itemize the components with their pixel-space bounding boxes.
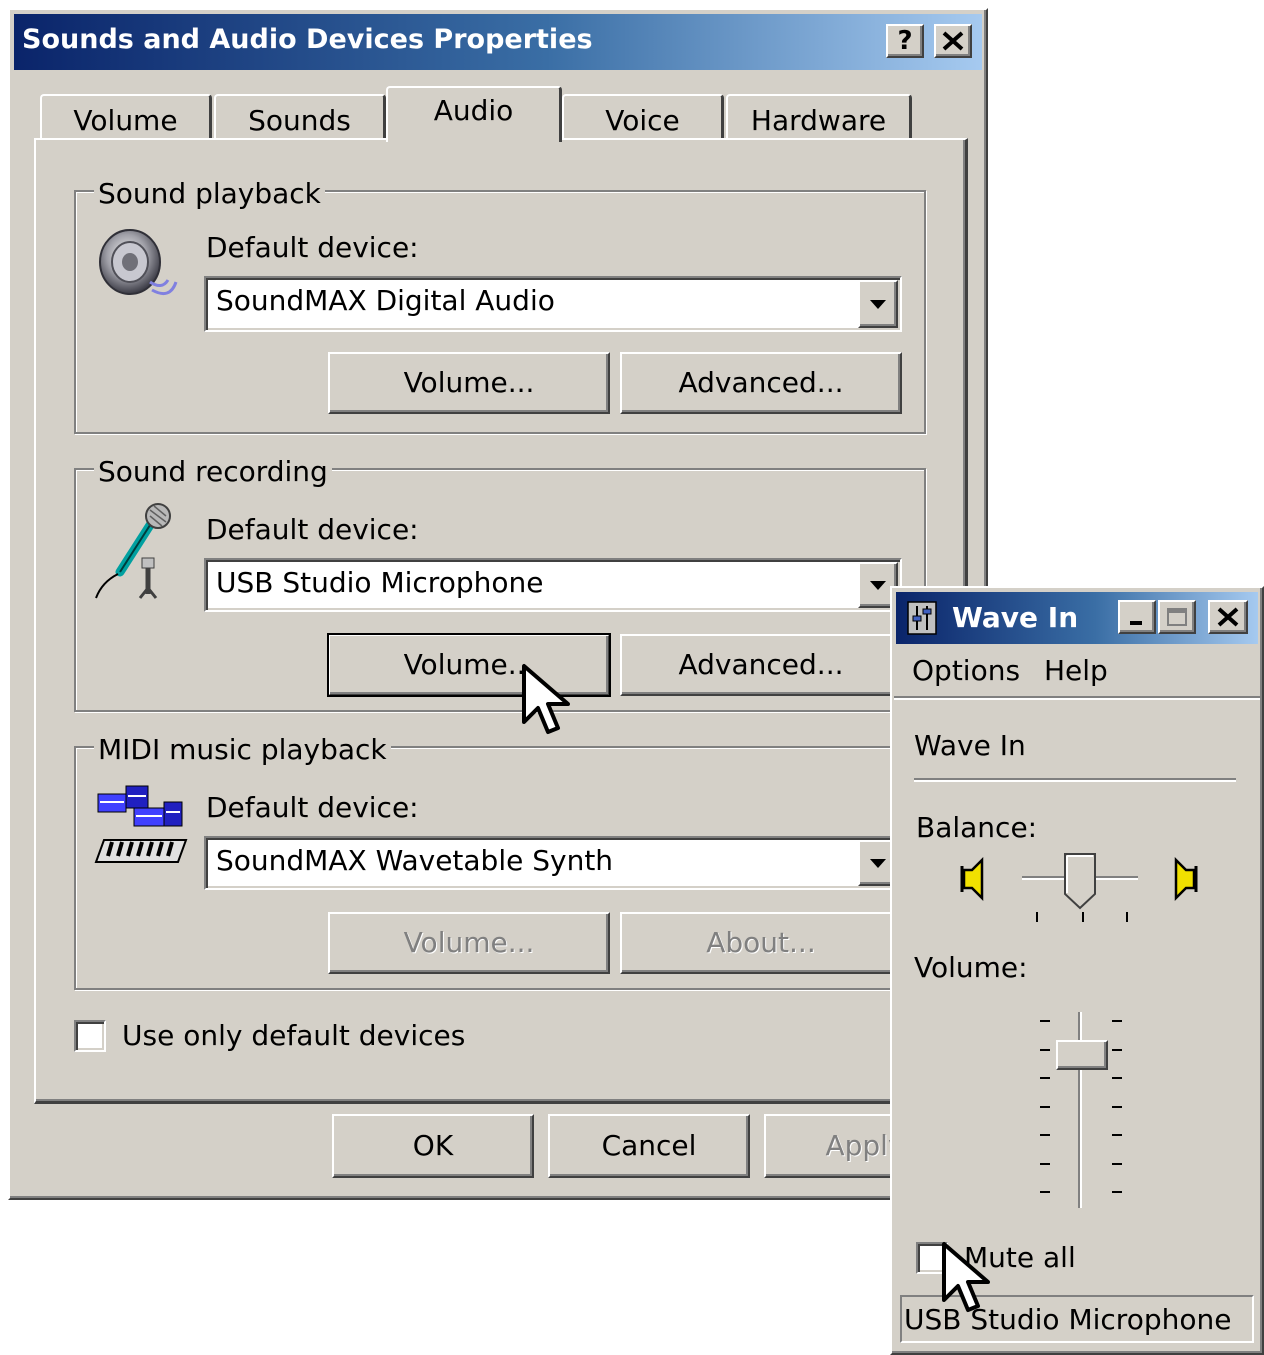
volume-tick	[1112, 1105, 1122, 1108]
volume-tick	[1112, 1134, 1122, 1136]
sound-recording-legend: Sound recording	[94, 458, 332, 486]
volume-tick	[1040, 1077, 1050, 1079]
maximize-icon	[1167, 608, 1187, 626]
mute-all-checkbox[interactable]	[916, 1242, 948, 1274]
balance-slider-thumb[interactable]	[1063, 852, 1097, 910]
cancel-button[interactable]: Cancel	[548, 1114, 750, 1178]
minimize-icon	[1130, 621, 1142, 625]
wave-in-section-title: Wave In	[914, 729, 1026, 762]
chevron-down-icon	[870, 299, 886, 309]
sound-playback-legend: Sound playback	[94, 180, 325, 208]
close-icon	[942, 31, 964, 51]
section-divider	[914, 778, 1236, 782]
volume-tick	[1112, 1020, 1122, 1022]
midi-device-value: SoundMAX Wavetable Synth	[216, 844, 614, 877]
midi-device-combo[interactable]: SoundMAX Wavetable Synth	[204, 836, 902, 890]
tab-hardware[interactable]: Hardware	[726, 94, 912, 140]
tab-voice[interactable]: Voice	[562, 94, 724, 140]
status-device-text: USB Studio Microphone	[904, 1303, 1232, 1336]
help-button[interactable]: ?	[886, 24, 924, 58]
volume-tick	[1040, 1105, 1050, 1108]
wave-in-title: Wave In	[952, 601, 1079, 634]
recording-volume-button[interactable]: Volume...	[327, 633, 611, 697]
volume-tick	[1040, 1048, 1050, 1051]
recording-device-value: USB Studio Microphone	[216, 566, 544, 599]
balance-tick	[1036, 912, 1038, 922]
recording-default-device-label: Default device:	[206, 513, 419, 546]
playback-default-device-label: Default device:	[206, 231, 419, 264]
mixer-icon	[907, 601, 937, 635]
volume-tick	[1040, 1020, 1050, 1022]
maximize-button[interactable]	[1158, 600, 1196, 634]
playback-advanced-button[interactable]: Advanced...	[620, 352, 902, 414]
sounds-audio-properties-dialog: Sounds and Audio Devices Properties ? Vo…	[8, 8, 988, 1200]
tab-audio[interactable]: Audio	[386, 86, 562, 142]
wave-in-menubar: Options Help	[900, 652, 1254, 692]
use-only-default-checkbox[interactable]	[74, 1020, 106, 1052]
use-only-default-label: Use only default devices	[122, 1019, 466, 1052]
right-speaker-icon	[1174, 856, 1198, 902]
midi-playback-legend: MIDI music playback	[94, 736, 391, 764]
microphone-icon	[95, 503, 171, 599]
volume-tick	[1112, 1077, 1122, 1079]
chevron-down-icon	[870, 858, 886, 868]
wave-close-button[interactable]	[1208, 600, 1248, 634]
midi-volume-button[interactable]: Volume...	[328, 912, 610, 974]
chevron-down-icon	[870, 580, 886, 590]
menu-help[interactable]: Help	[1044, 654, 1108, 687]
playback-device-combo[interactable]: SoundMAX Digital Audio	[204, 276, 902, 332]
volume-tick	[1040, 1162, 1050, 1165]
speaker-icon	[99, 229, 178, 296]
ok-button[interactable]: OK	[332, 1114, 534, 1178]
balance-label: Balance:	[916, 811, 1038, 844]
midi-default-device-label: Default device:	[206, 791, 419, 824]
volume-tick	[1112, 1191, 1122, 1193]
volume-tick	[1040, 1191, 1050, 1193]
mute-all-label: Mute all	[964, 1241, 1076, 1274]
tab-volume[interactable]: Volume	[40, 94, 212, 140]
balance-tick	[1082, 912, 1084, 922]
dialog-title: Sounds and Audio Devices Properties	[22, 24, 593, 55]
slider-thumb-shape	[1064, 853, 1096, 910]
close-icon	[1217, 607, 1239, 627]
balance-tick	[1126, 912, 1128, 922]
menu-options[interactable]: Options	[912, 654, 1020, 687]
dialog-titlebar[interactable]: Sounds and Audio Devices Properties ?	[14, 14, 982, 70]
volume-tick	[1112, 1048, 1122, 1051]
wave-in-statusbar: USB Studio Microphone	[900, 1295, 1254, 1343]
menubar-divider	[894, 696, 1260, 700]
recording-device-combo[interactable]: USB Studio Microphone	[204, 558, 902, 612]
minimize-button[interactable]	[1118, 600, 1156, 634]
left-speaker-icon	[960, 856, 984, 902]
volume-tick	[1040, 1134, 1050, 1136]
close-button[interactable]	[934, 24, 972, 58]
playback-dropdown-button[interactable]	[858, 280, 898, 328]
playback-device-value: SoundMAX Digital Audio	[216, 284, 555, 317]
wave-in-titlebar[interactable]: Wave In	[896, 592, 1258, 644]
volume-tick	[1112, 1162, 1122, 1165]
volume-label: Volume:	[914, 951, 1028, 984]
volume-slider-thumb[interactable]	[1056, 1040, 1108, 1071]
wave-in-window: Wave In Options Help Wave In Balance: Vo…	[890, 586, 1264, 1355]
midi-keyboard-icon	[94, 785, 188, 863]
playback-volume-button[interactable]: Volume...	[328, 352, 610, 414]
tab-sounds[interactable]: Sounds	[214, 94, 386, 140]
recording-advanced-button[interactable]: Advanced...	[620, 634, 902, 696]
midi-about-button[interactable]: About...	[620, 912, 902, 974]
